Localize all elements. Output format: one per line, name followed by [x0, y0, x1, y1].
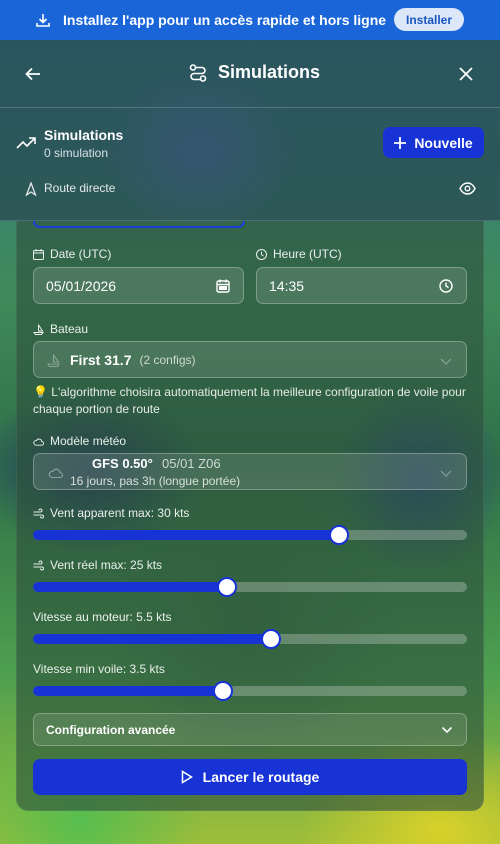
header: Simulations Simulations 0 simulation Nou…: [0, 40, 500, 221]
meteo-label: Modèle météo: [33, 434, 126, 448]
slider-label-text: Vent réel max: 25 kts: [50, 558, 163, 572]
route-icon: [189, 63, 207, 82]
time-value: 14:35: [269, 277, 305, 294]
algorithm-hint: 💡 L'algorithme choisira automatiquement …: [33, 384, 473, 418]
date-input[interactable]: 05/01/2026: [33, 267, 244, 304]
trending-up-icon: [16, 137, 36, 149]
title-bar: Simulations: [0, 40, 500, 108]
cloud-select-icon: [48, 468, 63, 478]
header-title-group: Simulations: [188, 62, 320, 83]
close-icon[interactable]: [457, 65, 475, 83]
wind-icon: [33, 560, 44, 570]
install-banner: Installez l'app pour un accès rapide et …: [0, 0, 500, 40]
lightbulb-icon: 💡: [33, 385, 48, 399]
date-label-text: Date (UTC): [50, 247, 112, 261]
chevron-down-icon: [440, 358, 452, 365]
boat-configs: (2 configs): [139, 352, 196, 367]
download-icon: [36, 14, 50, 27]
boat-label: Bateau: [33, 322, 88, 336]
slider-fill: [33, 686, 224, 696]
clock-picker-icon[interactable]: [439, 279, 453, 293]
algorithm-hint-text: L'algorithme choisira automatiquement la…: [33, 385, 466, 416]
route-label: Route directe: [44, 181, 116, 195]
launch-routing-label: Lancer le routage: [202, 769, 320, 785]
slider-thumb[interactable]: [260, 629, 281, 649]
launch-routing-button[interactable]: Lancer le routage: [33, 759, 467, 795]
slider-true-wind[interactable]: [33, 577, 467, 597]
slider-label-text: Vitesse au moteur: 5.5 kts: [33, 610, 172, 624]
time-input[interactable]: 14:35: [256, 267, 467, 304]
meteo-model-name: GFS 0.50°: [92, 456, 153, 471]
slider-thumb[interactable]: [216, 577, 237, 597]
meteo-label-text: Modèle météo: [50, 434, 127, 448]
eye-icon[interactable]: [459, 182, 476, 195]
clock-icon: [256, 248, 267, 260]
time-label-text: Heure (UTC): [273, 247, 342, 261]
cloud-icon: [33, 438, 44, 446]
simulations-count: 0 simulation: [44, 146, 109, 160]
new-simulation-button[interactable]: Nouvelle: [383, 127, 484, 158]
install-button[interactable]: Installer: [394, 8, 464, 31]
slider-label-motor-speed: Vitesse au moteur: 5.5 kts: [33, 610, 172, 624]
sailboat-select-icon: [47, 354, 60, 367]
slider-label-min-sail-speed: Vitesse min voile: 3.5 kts: [33, 662, 165, 676]
chevron-down-icon: [441, 726, 453, 734]
time-label: Heure (UTC): [256, 247, 342, 261]
slider-fill: [33, 582, 227, 592]
plus-icon: [394, 136, 407, 149]
calendar-picker-icon[interactable]: [216, 279, 230, 293]
meteo-model-details: 16 jours, pas 3h (longue portée): [70, 474, 241, 488]
slider-fill: [33, 530, 339, 540]
slider-min-sail-speed[interactable]: [33, 681, 467, 701]
slider-label-true-wind: Vent réel max: 25 kts: [33, 558, 162, 572]
page-title: Simulations: [218, 62, 321, 82]
slider-label-apparent-wind: Vent apparent max: 30 kts: [33, 506, 189, 520]
wind-icon: [33, 508, 44, 518]
slider-label-text: Vitesse min voile: 3.5 kts: [33, 662, 165, 676]
banner-text: Installez l'app pour un accès rapide et …: [63, 12, 387, 28]
calendar-icon: [33, 248, 44, 260]
slider-apparent-wind[interactable]: [33, 525, 467, 545]
sailboat-icon: [33, 324, 44, 335]
new-simulation-label: Nouvelle: [414, 134, 473, 151]
boat-name: First 31.7: [70, 351, 132, 368]
slider-thumb[interactable]: [328, 525, 349, 545]
chevron-down-icon: [440, 470, 452, 477]
boat-select[interactable]: First 31.7 (2 configs): [33, 341, 467, 378]
play-icon: [181, 770, 193, 784]
advanced-config-toggle[interactable]: Configuration avancée: [33, 713, 467, 746]
advanced-config-label: Configuration avancée: [46, 722, 176, 737]
boat-label-text: Bateau: [50, 322, 89, 336]
slider-label-text: Vent apparent max: 30 kts: [50, 506, 190, 520]
date-label: Date (UTC): [33, 247, 111, 261]
meteo-model-date: 05/01 Z06: [162, 456, 221, 471]
navigation-icon: [25, 182, 37, 196]
back-arrow-icon[interactable]: [24, 65, 42, 83]
panel-top-edge: [33, 221, 245, 228]
slider-fill: [33, 634, 271, 644]
slider-thumb[interactable]: [213, 681, 234, 701]
date-value: 05/01/2026: [46, 277, 117, 294]
slider-motor-speed[interactable]: [33, 629, 467, 649]
simulations-title: Simulations: [44, 127, 124, 143]
